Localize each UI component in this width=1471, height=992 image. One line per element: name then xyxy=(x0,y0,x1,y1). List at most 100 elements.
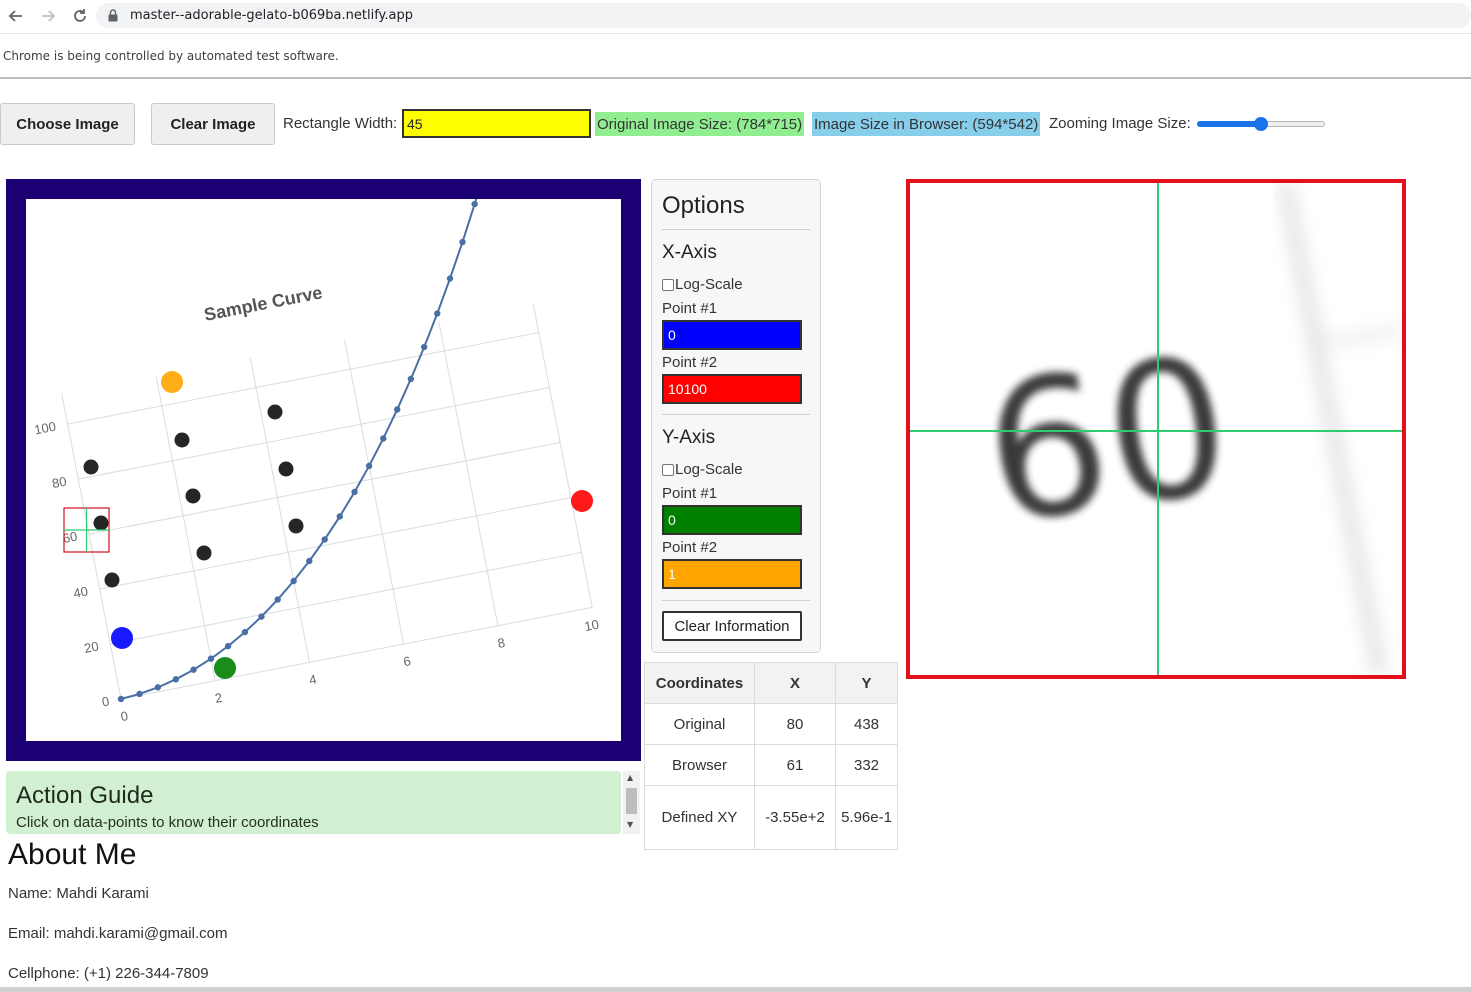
plot-image-canvas[interactable]: Sample Curve 100 80 60 40 20 0 0 2 4 6 8… xyxy=(26,120,621,741)
zoom-size-label: Zooming Image Size: xyxy=(1049,115,1191,132)
sample-curve-line xyxy=(117,120,502,703)
y-axis-point2-marker[interactable] xyxy=(161,371,183,393)
scroll-down-arrow-icon[interactable]: ▼ xyxy=(627,820,633,829)
row-label: Original xyxy=(644,703,755,745)
y-point1-label: Point #1 xyxy=(662,485,718,502)
action-guide-title: Action Guide xyxy=(16,782,154,809)
curve-point xyxy=(172,676,180,683)
coordinates-table: Coordinates X Y Original 80 438 Browser … xyxy=(644,662,898,850)
row-label: Browser xyxy=(644,744,755,786)
x-axis-point2-marker[interactable] xyxy=(571,490,593,512)
curve-point xyxy=(136,690,143,698)
clear-image-button[interactable]: Clear Image xyxy=(151,103,275,145)
x-point1-label: Point #1 xyxy=(662,300,718,317)
data-point-marker[interactable] xyxy=(267,404,283,420)
plot-title: Sample Curve xyxy=(202,282,324,325)
curve-point xyxy=(380,435,387,442)
about-me-heading: About Me xyxy=(8,838,137,871)
marker-points xyxy=(83,371,593,679)
about-email: Email: mahdi.karami@gmail.com xyxy=(8,925,228,942)
divider xyxy=(662,414,810,415)
x-value: -3.55e+2 xyxy=(754,785,836,850)
x-tick-label: 10 xyxy=(583,617,600,634)
x-point2-input[interactable]: 10100 xyxy=(662,374,802,404)
x-tick-label: 8 xyxy=(496,635,506,651)
scroll-up-arrow-icon[interactable]: ▲ xyxy=(627,773,633,782)
zoom-size-slider[interactable] xyxy=(1197,117,1325,131)
x-value: 61 xyxy=(754,744,836,786)
x-axis-point1-marker[interactable] xyxy=(111,627,133,649)
row-label: Defined XY xyxy=(644,785,755,850)
y-log-scale-checkbox[interactable]: Log-Scale xyxy=(662,461,743,478)
y-tick-label: 80 xyxy=(51,474,68,491)
table-header: Coordinates xyxy=(644,662,755,704)
curve-point xyxy=(365,462,373,470)
curve-point xyxy=(421,343,428,351)
y-point2-label: Point #2 xyxy=(662,539,718,556)
choose-image-button[interactable]: Choose Image xyxy=(0,103,135,145)
y-axis-point1-marker[interactable] xyxy=(214,657,236,679)
curve-point xyxy=(471,200,478,208)
zoom-view: 60 xyxy=(906,179,1406,679)
y-log-scale-label: Log-Scale xyxy=(675,461,743,478)
slider-fill xyxy=(1197,121,1261,127)
back-icon[interactable] xyxy=(0,0,32,32)
y-tick-label: 100 xyxy=(33,419,57,438)
data-point-marker[interactable] xyxy=(93,515,109,531)
scrollbar-thumb[interactable] xyxy=(626,788,637,814)
forward-icon[interactable] xyxy=(32,0,64,32)
x-tick-label: 4 xyxy=(308,671,318,687)
y-tick-label: 0 xyxy=(101,693,111,709)
x-tick-label: 6 xyxy=(402,653,412,669)
reload-icon[interactable] xyxy=(64,0,96,32)
x-log-scale-label: Log-Scale xyxy=(675,276,743,293)
url-field[interactable]: master--adorable-gelato-b069ba.netlify.a… xyxy=(96,3,1471,28)
image-canvas-frame: Sample Curve 100 80 60 40 20 0 0 2 4 6 8… xyxy=(6,120,641,761)
browser-address-bar: master--adorable-gelato-b069ba.netlify.a… xyxy=(0,0,1471,32)
divider xyxy=(662,229,810,230)
clear-information-button[interactable]: Clear Information xyxy=(662,611,802,641)
table-row: Defined XY -3.55e+2 5.96e-1 xyxy=(644,785,898,850)
y-axis-heading: Y-Axis xyxy=(662,427,716,448)
automation-infobar: Chrome is being controlled by automated … xyxy=(0,33,1471,79)
x-log-scale-checkbox[interactable]: Log-Scale xyxy=(662,276,743,293)
curve-point xyxy=(407,375,415,383)
table-header: X xyxy=(754,662,836,704)
guide-scrollbar[interactable]: ▲ ▼ xyxy=(623,771,640,834)
data-point-marker[interactable] xyxy=(104,572,120,588)
y-value: 332 xyxy=(835,744,898,786)
data-point-marker[interactable] xyxy=(196,545,212,561)
divider xyxy=(662,600,810,601)
data-point-marker[interactable] xyxy=(83,459,99,475)
table-row: Original 80 438 xyxy=(644,703,898,745)
plot-gridlines xyxy=(61,303,593,700)
about-phone: Cellphone: (+1) 226-344-7809 xyxy=(8,965,209,982)
y-point1-input[interactable]: 0 xyxy=(662,505,802,535)
y-point2-input[interactable]: 1 xyxy=(662,559,802,589)
data-point-marker[interactable] xyxy=(174,432,190,448)
slider-thumb[interactable] xyxy=(1254,117,1268,131)
table-header-row: Coordinates X Y xyxy=(644,662,898,704)
sample-curve-image: Sample Curve 100 80 60 40 20 0 0 2 4 6 8… xyxy=(33,120,600,724)
x-axis-heading: X-Axis xyxy=(662,242,717,263)
data-point-marker[interactable] xyxy=(185,488,201,504)
options-title: Options xyxy=(662,192,745,219)
x-point1-input[interactable]: 0 xyxy=(662,320,802,350)
x-point2-label: Point #2 xyxy=(662,354,718,371)
checkbox-box[interactable] xyxy=(662,278,674,291)
original-size-badge: Original Image Size: (784*715) xyxy=(595,112,805,136)
page-bottom-edge xyxy=(0,987,1471,992)
url-text: master--adorable-gelato-b069ba.netlify.a… xyxy=(130,8,414,23)
data-point-marker[interactable] xyxy=(278,461,294,477)
table-header: Y xyxy=(835,662,898,704)
rect-width-input[interactable]: 45 xyxy=(402,109,591,138)
curve-point xyxy=(154,684,162,691)
y-tick-label: 20 xyxy=(83,638,100,655)
y-tick-label: 40 xyxy=(72,583,89,600)
x-value: 80 xyxy=(754,703,836,745)
y-value: 5.96e-1 xyxy=(835,785,898,850)
data-point-marker[interactable] xyxy=(288,518,304,534)
automation-notice: Chrome is being controlled by automated … xyxy=(3,48,339,63)
curve-point xyxy=(394,406,401,413)
checkbox-box[interactable] xyxy=(662,463,674,476)
